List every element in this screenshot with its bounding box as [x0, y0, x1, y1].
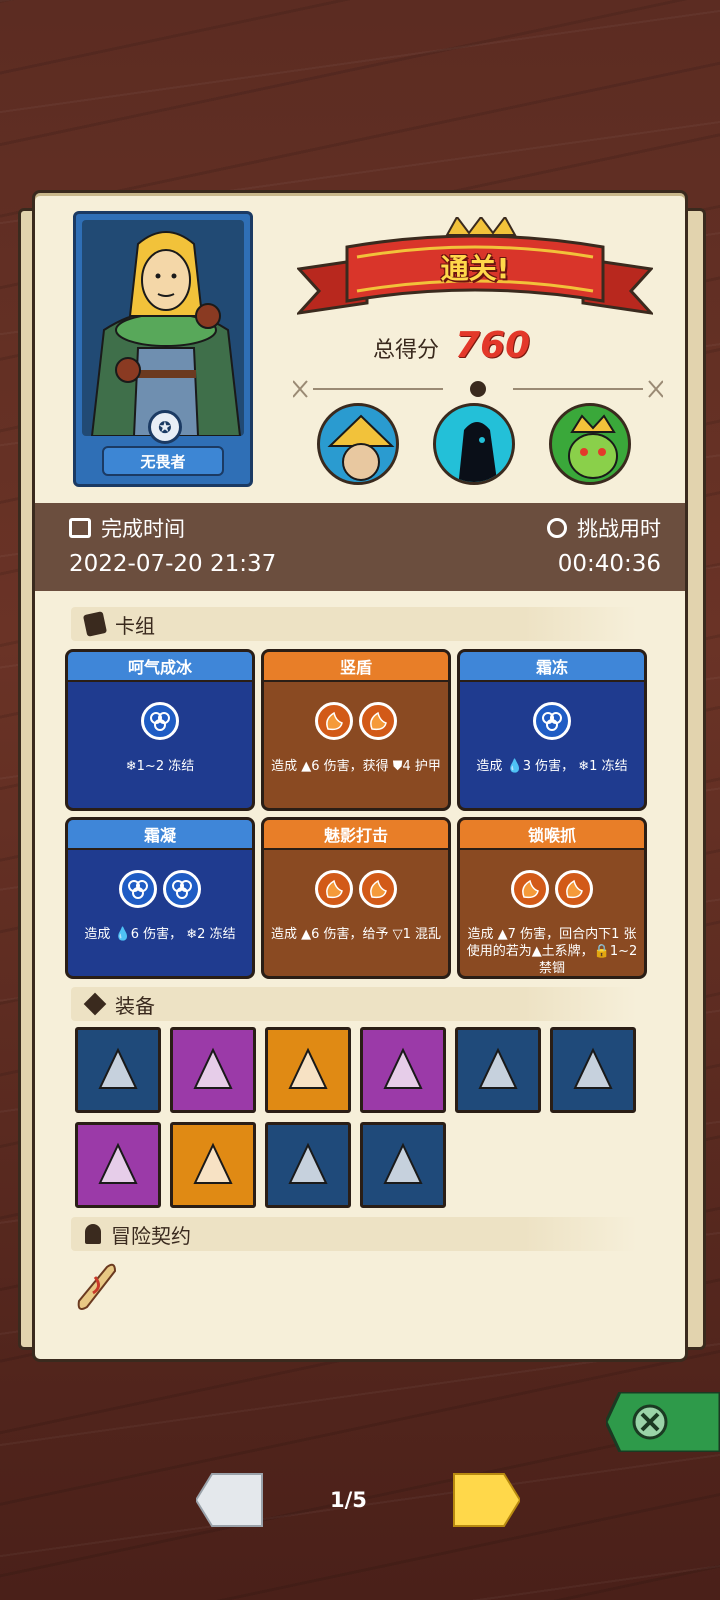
card-description: 造成 ▲7 伤害，回合内下1 张使用的若为▲土系牌，🔒1~2 禁锢 — [466, 927, 638, 976]
score-value: 760 — [455, 325, 531, 366]
earth-orb-icon — [555, 870, 593, 908]
shadow-boss-icon[interactable] — [433, 403, 515, 485]
score-row: 总得分 760 — [373, 325, 530, 366]
tribal-mask-icon[interactable] — [170, 1122, 256, 1208]
duration-label-text: 挑战用时 — [577, 517, 661, 541]
earth-orb-icon — [315, 702, 353, 740]
shadow-mask-icon[interactable] — [170, 1027, 256, 1113]
card-description: ❄1~2 冻结 — [125, 759, 195, 774]
clear-banner-text: 通关! — [440, 252, 510, 285]
hero-card[interactable]: ✪ 无畏者 — [73, 211, 253, 487]
deck-card[interactable]: 呵气成冰 ❄1~2 冻结 — [65, 649, 255, 811]
card-cost — [460, 870, 644, 908]
frost-orb-icon — [533, 702, 571, 740]
card-title: 锁喉抓 — [460, 820, 644, 850]
deck-header: 卡组 — [71, 607, 637, 641]
duration-label: 挑战用时 — [547, 513, 661, 543]
deck-card[interactable]: 霜冻造成 💧3 伤害， ❄1 冻结 — [457, 649, 647, 811]
page-indicator: 1/5 — [330, 1488, 367, 1512]
close-button[interactable] — [604, 1390, 720, 1454]
finish-time-value: 2022-07-20 21:37 — [69, 551, 277, 577]
next-arrow-icon — [453, 1473, 522, 1527]
axe-icon[interactable] — [75, 1027, 161, 1113]
cube-icon — [83, 992, 107, 1016]
wooden-handle-icon[interactable] — [265, 1122, 351, 1208]
card-description: 造成 💧3 伤害， ❄1 冻结 — [476, 759, 628, 774]
earth-orb-icon — [359, 870, 397, 908]
card-cost — [460, 702, 644, 740]
card-cost — [264, 702, 448, 740]
finish-time-label: 完成时间 — [69, 513, 185, 543]
person-icon — [85, 1224, 101, 1244]
time-band: 完成时间 2022-07-20 21:37 挑战用时 00:40:36 — [35, 503, 685, 591]
card-cost — [264, 870, 448, 908]
earth-orb-icon — [511, 870, 549, 908]
card-description: 造成 ▲6 伤害，获得 ⛊4 护甲 — [271, 759, 441, 774]
equipment-header: 装备 — [71, 987, 637, 1021]
crystal-dagger-icon[interactable] — [360, 1027, 446, 1113]
equipment-title: 装备 — [115, 993, 155, 1018]
card-title: 霜凝 — [68, 820, 252, 850]
frost-orb-icon — [163, 870, 201, 908]
frost-orb-icon — [141, 702, 179, 740]
clear-banner: 通关! — [295, 215, 655, 329]
finish-time-label-text: 完成时间 — [101, 517, 185, 541]
card-cost — [68, 702, 252, 740]
prev-page-button[interactable] — [194, 1472, 266, 1528]
deck-card[interactable]: 竖盾造成 ▲6 伤害，获得 ⛊4 护甲 — [261, 649, 451, 811]
card-description: 造成 ▲6 伤害，给予 ▽1 混乱 — [270, 927, 442, 942]
deck-card[interactable]: 魅影打击造成 ▲6 伤害，给予 ▽1 混乱 — [261, 817, 451, 979]
contract-title: 冒险契约 — [111, 1223, 191, 1248]
deck-card[interactable]: 霜凝造成 💧6 伤害， ❄2 冻结 — [65, 817, 255, 979]
duration-value: 00:40:36 — [557, 551, 661, 577]
deck-card[interactable]: 锁喉抓造成 ▲7 伤害，回合内下1 张使用的若为▲土系牌，🔒1~2 禁锢 — [457, 817, 647, 979]
next-page-button[interactable] — [450, 1472, 522, 1528]
scroll-icon[interactable] — [69, 1257, 119, 1313]
bandit-boss-icon[interactable] — [317, 403, 399, 485]
stopwatch-icon — [547, 518, 567, 538]
horned-skull-icon[interactable] — [550, 1027, 636, 1113]
card-cost — [68, 870, 252, 908]
star-emblem-icon: ✪ — [148, 410, 182, 444]
score-label: 总得分 — [373, 338, 440, 363]
card-title: 魅影打击 — [264, 820, 448, 850]
frost-orb-icon — [119, 870, 157, 908]
cards-icon — [82, 611, 108, 637]
film-icon — [69, 518, 91, 538]
goblin-king-icon[interactable] — [549, 403, 631, 485]
chest-armor-icon[interactable] — [360, 1122, 446, 1208]
card-description: 造成 💧6 伤害， ❄2 冻结 — [84, 927, 236, 942]
hero-portrait — [82, 220, 244, 436]
earth-orb-icon — [315, 870, 353, 908]
earth-orb-icon — [359, 702, 397, 740]
serrated-blade-icon[interactable] — [265, 1027, 351, 1113]
card-title: 竖盾 — [264, 652, 448, 682]
prev-arrow-icon — [194, 1473, 263, 1527]
deck-title: 卡组 — [115, 613, 155, 638]
card-title: 霜冻 — [460, 652, 644, 682]
result-panel: ✪ 无畏者 通关! 总得分 760 完成时间 2022-07-20 21:37 … — [32, 190, 688, 1362]
skull-divider-icon — [293, 380, 663, 398]
hero-name: 无畏者 — [102, 446, 224, 476]
card-title: 呵气成冰 — [68, 652, 252, 682]
spiked-bracer-icon[interactable] — [75, 1122, 161, 1208]
contract-header: 冒险契约 — [71, 1217, 637, 1251]
round-shield-icon[interactable] — [455, 1027, 541, 1113]
